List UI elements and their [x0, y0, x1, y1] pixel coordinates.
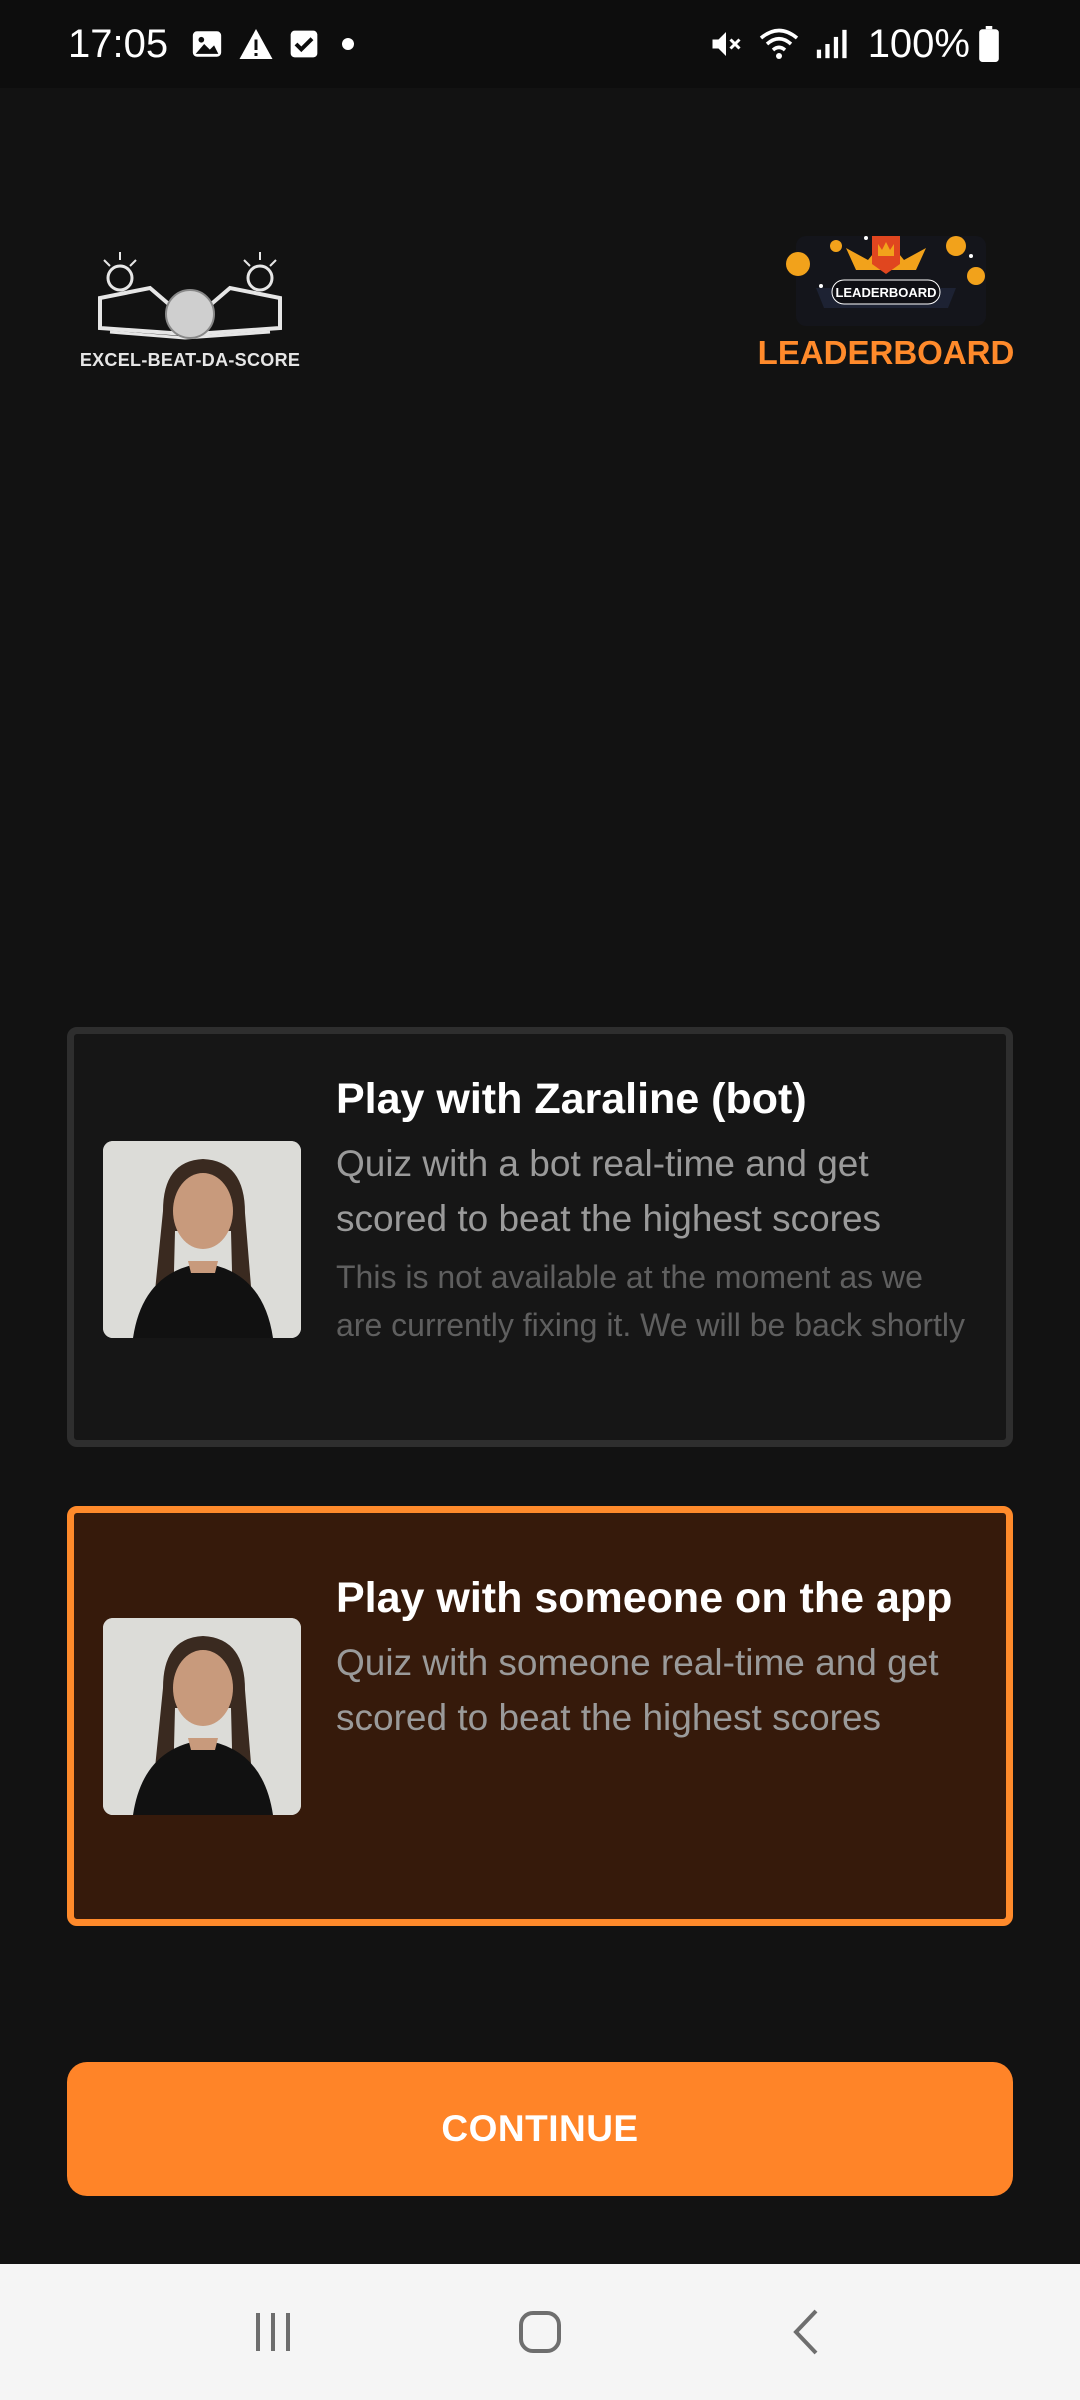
avatar [103, 1618, 301, 1815]
signal-icon [814, 27, 848, 61]
avatar [103, 1141, 301, 1338]
dot-icon [342, 38, 355, 50]
option-description: Quiz with a bot real-time and get scored… [336, 1142, 882, 1240]
back-icon [792, 2309, 818, 2355]
leaderboard-badge-text: LEADERBOARD [835, 285, 936, 300]
brand-book-icon [98, 252, 282, 340]
option-card-app[interactable]: Play with someone on the app Quiz with s… [67, 1506, 1013, 1926]
option-text: Play with someone on the app Quiz with s… [336, 1571, 976, 1746]
option-title: Play with someone on the app [336, 1574, 953, 1622]
back-button[interactable] [762, 2287, 852, 2377]
option-description: Quiz with someone real-time and get scor… [336, 1641, 939, 1739]
status-right: 100% [708, 22, 1014, 67]
recent-apps-button[interactable] [228, 2287, 318, 2377]
status-bar: 17:05 100% [0, 0, 1080, 88]
leaderboard-button[interactable]: LEADERBOARD LEADERBOARD [756, 226, 1016, 386]
battery-icon [978, 26, 1000, 62]
brand-name: EXCEL-BEAT-DA-SCORE [79, 350, 301, 370]
home-button[interactable] [495, 2287, 585, 2377]
gallery-icon [190, 27, 224, 61]
wifi-icon [758, 26, 800, 62]
battery-percentage: 100% [867, 21, 970, 66]
brand-logo: EXCEL-BEAT-DA-SCORE [80, 248, 300, 378]
checkbox-icon [288, 28, 320, 60]
warning-icon [238, 27, 274, 61]
home-icon [518, 2311, 561, 2353]
recent-apps-icon [256, 2313, 291, 2351]
mute-icon [708, 26, 744, 62]
system-nav-bar [0, 2264, 1080, 2400]
status-left: 17:05 [68, 21, 355, 67]
option-text: Play with Zaraline (bot) Quiz with a bot… [336, 1072, 976, 1349]
option-title: Play with Zaraline (bot) [336, 1075, 807, 1123]
option-card-bot[interactable]: Play with Zaraline (bot) Quiz with a bot… [67, 1027, 1013, 1447]
option-unavailable-note: This is not available at the moment as w… [336, 1258, 965, 1343]
status-time: 17:05 [68, 21, 169, 66]
trophy-icon: LEADERBOARD [786, 236, 986, 326]
continue-button[interactable]: CONTINUE [67, 2062, 1013, 2196]
leaderboard-label: LEADERBOARD [757, 334, 1015, 371]
